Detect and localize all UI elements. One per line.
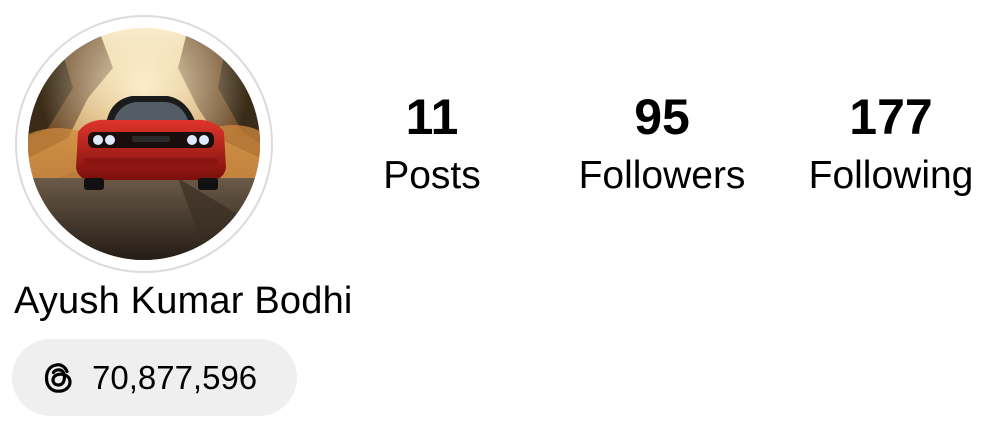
following-count: 177 <box>849 89 933 145</box>
following-stat[interactable]: 177 Following <box>781 85 992 201</box>
threads-badge[interactable]: 70,877,596 <box>12 339 297 416</box>
avatar[interactable] <box>15 15 273 273</box>
following-label: Following <box>808 154 974 197</box>
profile-name: Ayush Kumar Bodhi <box>14 280 353 322</box>
threads-count: 70,877,596 <box>92 359 258 396</box>
car-photo-icon <box>28 28 260 260</box>
followers-count: 95 <box>634 89 690 145</box>
posts-label: Posts <box>383 154 481 197</box>
posts-count: 11 <box>405 89 459 145</box>
threads-icon <box>40 359 78 397</box>
posts-stat[interactable]: 11 Posts <box>322 85 542 201</box>
profile-photo[interactable] <box>28 28 260 260</box>
followers-label: Followers <box>578 154 746 197</box>
followers-stat[interactable]: 95 Followers <box>552 85 772 201</box>
